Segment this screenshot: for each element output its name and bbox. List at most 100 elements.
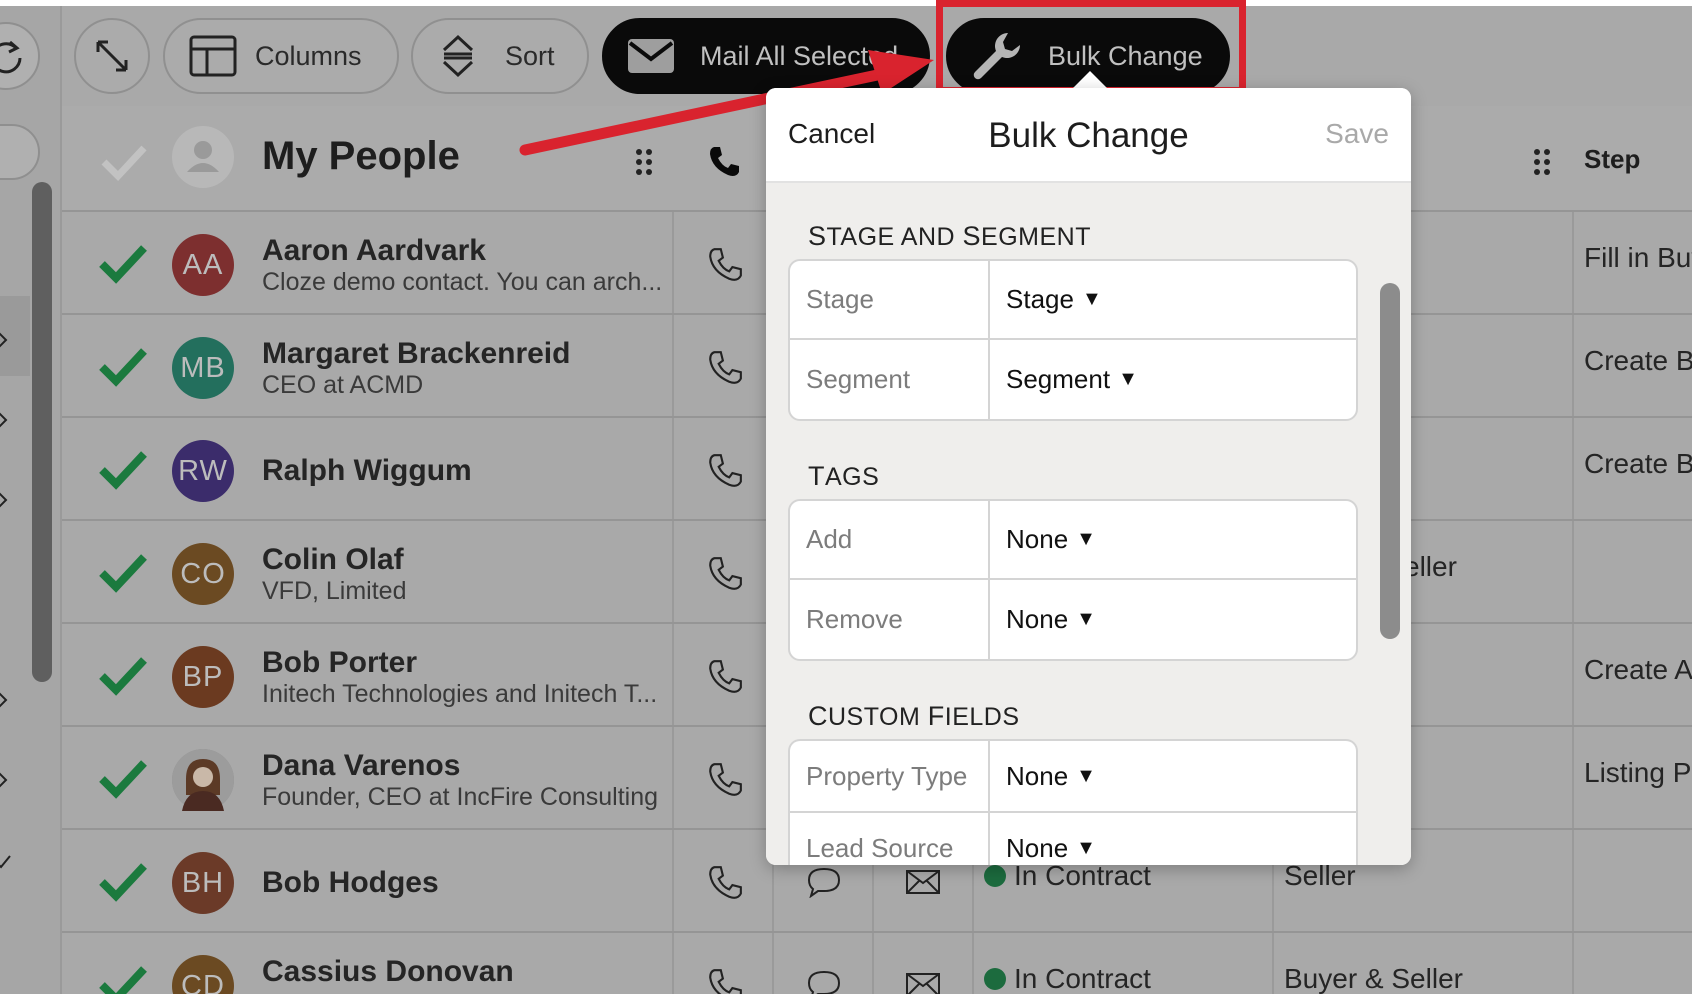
contact-name[interactable]: Cassius Donovan [262,955,514,989]
chevron-right-icon[interactable] [0,410,14,430]
caret-down-icon: ▼ [1076,836,1096,859]
bulk-change-dialog: Cancel Bulk Change Save STAGE AND SEGMEN… [766,88,1411,865]
rail-pill-button[interactable] [0,124,40,180]
phone-icon[interactable] [706,349,744,387]
property-type-select[interactable]: None ▼ [990,741,1356,811]
row-checkbox[interactable] [98,757,148,799]
save-button[interactable]: Save [1325,118,1389,150]
contact-name[interactable]: Bob Porter [262,646,417,680]
row-segment: Buyer & Seller [1284,963,1463,994]
page-title: My People [262,134,460,178]
contact-subtitle: Initech Technologies and Initech T... [262,680,658,708]
row-checkbox[interactable] [98,860,148,902]
contact-name[interactable]: Ralph Wiggum [262,454,472,488]
avatar: RW [172,440,234,502]
columns-label: Columns [255,40,362,71]
row-checkbox[interactable] [98,551,148,593]
field-row-remove: Remove None ▼ [790,580,1356,659]
chevron-right-icon[interactable] [0,690,14,710]
section-tags: TAGS [808,461,880,491]
row-step: Create A [1584,654,1692,685]
avatar: AA [172,234,234,296]
sort-button[interactable]: Sort [411,18,589,94]
contact-name[interactable]: Margaret Brackenreid [262,337,570,371]
tags-card: Add None ▼ Remove None ▼ [788,499,1358,661]
refresh-button[interactable] [0,22,40,90]
row-checkbox[interactable] [98,963,148,994]
phone-icon[interactable] [706,452,744,490]
stage-segment-card: Stage Stage ▼ Segment Segment ▼ [788,259,1358,421]
person-photo-icon [172,749,234,811]
caret-down-icon: ▼ [1081,288,1102,310]
phone-icon[interactable] [706,761,744,799]
contact-subtitle: Founder, CEO at IncFire Consulting [262,783,659,811]
sort-label: Sort [505,40,555,71]
contact-name[interactable]: Bob Hodges [262,866,439,900]
status-dot [984,968,1006,990]
row-step: Listing Pr [1584,757,1692,788]
field-row-stage: Stage Stage ▼ [790,261,1356,340]
stage-select[interactable]: Stage ▼ [990,261,1356,338]
stage-label: In Contract [1014,963,1151,994]
section-stage-segment: STAGE AND SEGMENT [808,221,1091,251]
field-row-lead-source: Lead Source None ▼ [790,813,1356,865]
drag-grip-icon[interactable] [1532,148,1552,176]
dialog-body: STAGE AND SEGMENT Stage Stage ▼ Segment S… [766,183,1411,865]
dialog-scrollbar[interactable] [1380,283,1400,639]
caret-down-icon: ▼ [1076,764,1096,787]
field-row-add: Add None ▼ [790,501,1356,580]
contact-name[interactable]: Aaron Aardvark [262,234,486,268]
contact-subtitle: CEO at ACMD [262,371,424,399]
phone-icon[interactable] [706,555,744,593]
phone-column-icon [710,147,739,176]
avatar: MB [172,337,234,399]
row-checkbox[interactable] [98,448,148,490]
mail-all-selected-button[interactable]: Mail All Selected [602,18,930,94]
select-all-checkbox[interactable] [100,142,148,182]
field-row-segment: Segment Segment ▼ [790,340,1356,419]
top-strip [0,0,1692,6]
field-label: Property Type [790,741,990,811]
comment-icon[interactable] [806,969,842,994]
chevron-right-icon[interactable] [0,770,14,790]
avatar: BP [172,646,234,708]
table-row[interactable]: CD Cassius Donovan In Contract Buyer & S… [62,933,1692,994]
contact-name[interactable]: Colin Olaf [262,543,404,577]
rail-scrollbar[interactable] [32,182,52,682]
row-step: Fill in Buy [1584,242,1692,273]
row-checkbox[interactable] [98,345,148,387]
caret-down-icon: ▼ [1118,368,1138,390]
drag-grip-icon[interactable] [634,148,654,176]
add-tag-select[interactable]: None ▼ [990,501,1356,578]
avatar: CD [172,955,234,994]
remove-tag-select[interactable]: None ▼ [990,580,1356,659]
envelope-icon [628,39,674,73]
step-column-header: Step [1584,144,1641,174]
expand-button[interactable] [74,18,150,94]
chevron-right-icon[interactable] [0,490,14,510]
columns-icon [189,35,237,77]
field-label: Segment [790,340,990,419]
email-icon[interactable] [906,870,940,894]
phone-icon[interactable] [706,967,744,994]
avatar: CO [172,543,234,605]
contact-name[interactable]: Dana Varenos [262,749,460,783]
row-step: Create B [1584,448,1692,479]
field-label: Add [790,501,990,578]
refresh-icon [0,40,22,74]
comment-icon[interactable] [806,866,842,898]
phone-icon[interactable] [706,864,744,902]
segment-select[interactable]: Segment ▼ [990,340,1356,419]
left-rail [0,6,62,994]
row-checkbox[interactable] [98,654,148,696]
columns-button[interactable]: Columns [163,18,399,94]
avatar-photo [172,749,234,811]
email-icon[interactable] [906,973,940,994]
chevron-right-icon[interactable] [0,330,14,350]
caret-down-icon: ▼ [1076,528,1096,550]
phone-icon[interactable] [706,246,744,284]
phone-icon[interactable] [706,658,744,696]
row-checkbox[interactable] [98,242,148,284]
lead-source-select[interactable]: None ▼ [990,813,1356,865]
row-segment: eller [1404,551,1457,582]
